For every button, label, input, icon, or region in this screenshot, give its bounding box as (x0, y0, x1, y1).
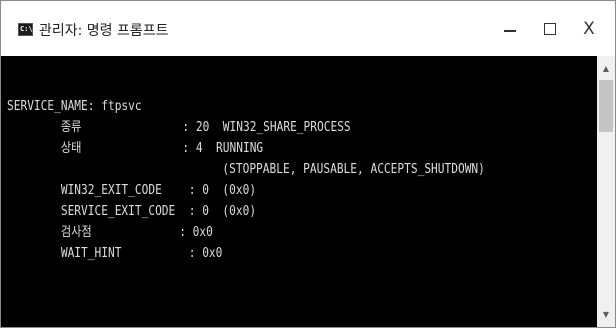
console-line: SERVICE_EXIT_CODE : 0 (0x0) (7, 204, 257, 219)
minimize-button[interactable] (490, 13, 530, 45)
scroll-up-arrow-icon[interactable]: ▲ (597, 60, 615, 77)
vertical-scrollbar[interactable]: ▲ ▼ (597, 56, 615, 327)
maximize-button[interactable] (530, 13, 570, 45)
cmd-app-icon[interactable]: C:\ (18, 23, 33, 36)
cmd-icon-glyph: C:\ (20, 25, 33, 33)
console-line: WIN32_EXIT_CODE : 0 (0x0) (7, 183, 257, 198)
console-line: 상태 : 4 RUNNING (7, 141, 264, 156)
close-icon: X (583, 18, 595, 39)
console-line: WAIT_HINT : 0x0 (7, 246, 223, 261)
console-line: (STOPPABLE, PAUSABLE, ACCEPTS_SHUTDOWN) (7, 162, 485, 177)
maximize-icon (544, 23, 556, 35)
window-title: 관리자: 명령 프롬프트 (39, 23, 169, 39)
console-line: 종류 : 20 WIN32_SHARE_PROCESS (7, 120, 351, 135)
command-prompt-window: C:\ 관리자: 명령 프롬프트 X SERVICE_NAME: ftpsvc … (0, 0, 616, 328)
console-line: 검사점 : 0x0 (7, 225, 213, 240)
close-button[interactable]: X (569, 13, 609, 45)
title-bar[interactable]: C:\ 관리자: 명령 프롬프트 X (1, 1, 615, 56)
scroll-thumb[interactable] (599, 80, 613, 132)
console-output[interactable]: SERVICE_NAME: ftpsvc 종류 : 20 WIN32_SHARE… (1, 56, 597, 327)
scroll-down-arrow-icon[interactable]: ▼ (597, 306, 615, 323)
console-line: SERVICE_NAME: ftpsvc (7, 99, 142, 114)
minimize-icon (504, 30, 516, 32)
